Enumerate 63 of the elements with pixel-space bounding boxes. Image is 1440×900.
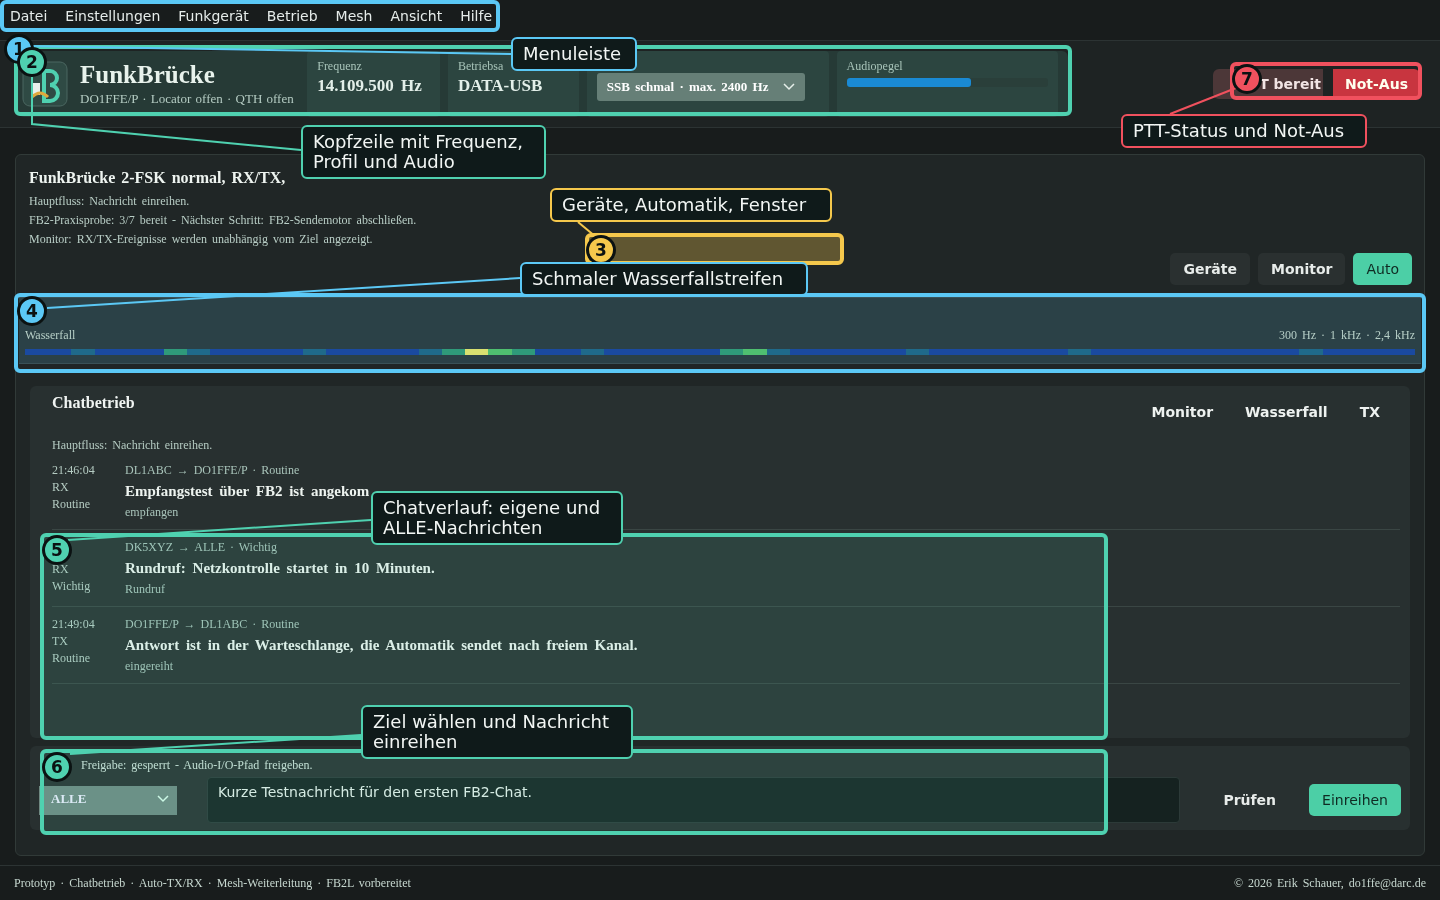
callout-label: Chatverlauf: eigene und ALLE-Nachrichten bbox=[371, 491, 623, 545]
status-line: FB2-Praxisprobe: 3/7 bereit - Nächster Schritt: FB2-Sendemotor abschließen. bbox=[29, 213, 417, 228]
message-meta: RX bbox=[52, 480, 70, 495]
callout-label: Menuleiste bbox=[511, 37, 637, 71]
leader-line bbox=[1169, 87, 1237, 115]
field-label: Frequenz bbox=[317, 59, 363, 74]
callout-label: Schmaler Wasserfallstreifen bbox=[520, 262, 808, 296]
profile-select[interactable]: SSB schmal · max. 2400 Hz bbox=[596, 73, 805, 101]
emergency-stop-button[interactable]: Not-Aus bbox=[1333, 69, 1420, 99]
status-line: Monitor: RX/TX-Ereignisse werden unabhängig vom Ziel angezeigt. bbox=[29, 232, 374, 247]
menu-item[interactable]: Ansicht bbox=[384, 8, 449, 24]
menu-item[interactable]: Einstellungen bbox=[59, 8, 167, 24]
message-status: Rundruf bbox=[125, 582, 166, 597]
copyright: © 2026 Erik Schauer, do1ffe@darc.de bbox=[1233, 875, 1426, 891]
message-meta: Routine bbox=[52, 651, 91, 666]
caret-icon bbox=[782, 83, 795, 91]
message-route: DK5XYZ → ALLE · Wichtig bbox=[125, 540, 278, 555]
message-input[interactable]: Kurze Testnachricht für den ersten FB2-Chat. bbox=[207, 777, 1181, 823]
callout-label: PTT-Status und Not-Aus bbox=[1121, 114, 1367, 148]
callout-label: Geräte, Automatik, Fenster bbox=[550, 188, 832, 222]
toggle-button[interactable]: Monitor bbox=[1257, 253, 1346, 285]
station-info: DO1FFE/P · Locator offen · QTH offen bbox=[80, 91, 294, 107]
app-title: FunkBrücke bbox=[80, 61, 216, 89]
view-tab[interactable]: TX bbox=[1349, 404, 1390, 420]
message-meta: TX bbox=[52, 634, 69, 649]
message-meta: 21:46:04 bbox=[52, 463, 96, 478]
menu-item[interactable]: Mesh bbox=[329, 8, 379, 24]
message-text: Rundruf: Netzkontrolle startet in 10 Minuten. bbox=[125, 560, 435, 577]
field-label: Audiopegel bbox=[846, 59, 904, 74]
menu-item[interactable]: Betrieb bbox=[260, 8, 324, 24]
view-tab[interactable]: Wasserfall bbox=[1235, 404, 1338, 420]
message-text: Empfangstest über FB2 ist angekom bbox=[125, 483, 370, 500]
action-button[interactable]: Einreihen bbox=[1309, 784, 1401, 816]
frequency-scale: 300 Hz · 1 kHz · 2,4 kHz bbox=[1279, 328, 1415, 343]
message-meta: RX bbox=[52, 562, 70, 577]
overview-title: FunkBrücke 2-FSK normal, RX/TX, bbox=[29, 169, 287, 187]
message-meta: Routine bbox=[52, 497, 91, 512]
menu-item[interactable]: Funkgerät bbox=[172, 8, 255, 24]
message-status: empfangen bbox=[125, 505, 180, 520]
toggle-button[interactable]: Auto bbox=[1353, 253, 1412, 285]
field-label: Betriebsa bbox=[457, 59, 505, 74]
release-notice: Freigabe: gesperrt - Audio-I/O-Pfad freigeben. bbox=[81, 758, 314, 773]
message-meta: Wichtig bbox=[52, 579, 92, 594]
callout-label: Ziel wählen und Nachricht einreihen bbox=[361, 705, 633, 759]
message-status: eingereiht bbox=[125, 659, 174, 674]
menu-item[interactable]: Datei bbox=[4, 8, 54, 24]
field-value: DATA-USB bbox=[457, 76, 544, 96]
callout-label: Kopfzeile mit Frequenz, Profil und Audio bbox=[301, 125, 546, 179]
toggle-button[interactable]: Geräte bbox=[1170, 253, 1250, 285]
footer-info: Prototyp · Chatbetrieb · Auto-TX/RX · Mesh-Weiterleitung · FB2L vorbereitet bbox=[14, 875, 411, 891]
chat-subtitle: Hauptfluss: Nachricht einreihen. bbox=[52, 438, 214, 453]
message-meta: 21:49:04 bbox=[52, 617, 96, 632]
status-line: Hauptfluss: Nachricht einreihen. bbox=[29, 194, 191, 209]
action-button[interactable]: Prüfen bbox=[1210, 784, 1290, 816]
message-route: DO1FFE/P → DL1ABC · Routine bbox=[125, 617, 301, 632]
menu-item[interactable]: Hilfe bbox=[454, 8, 498, 24]
view-tab[interactable]: Monitor bbox=[1141, 404, 1224, 420]
chat-title: Chatbetrieb bbox=[52, 394, 135, 412]
message-text: Antwort ist in der Warteschlange, die Automatik sendet nach freiem Kanal. bbox=[125, 637, 638, 654]
waterfall-label: Wasserfall bbox=[25, 328, 76, 343]
caret-icon bbox=[157, 794, 169, 803]
message-route: DL1ABC → DO1FFE/P · Routine bbox=[125, 463, 301, 478]
field-value: 14.109.500 Hz bbox=[317, 76, 423, 96]
